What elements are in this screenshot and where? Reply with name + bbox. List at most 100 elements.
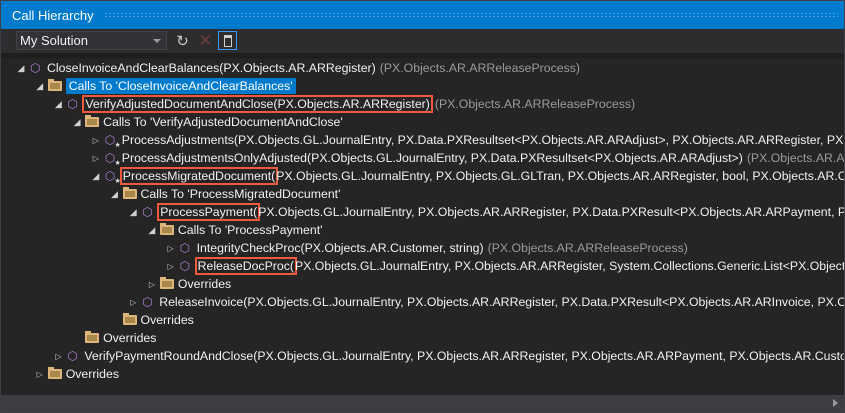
cube-glyph: ⬡ <box>67 97 78 111</box>
expand-arrow-icon[interactable]: ▷ <box>164 257 178 275</box>
method-parameters: PX.Objects.GL.JournalEntry, PX.Objects.A… <box>294 259 844 273</box>
tree-item-label: ProcessAdjustmentsOnlyAdjusted(PX.Object… <box>121 151 743 165</box>
chevron-down-icon <box>153 39 161 43</box>
cube-glyph: ⬡ <box>179 259 191 273</box>
tree-item-label: VerifyPaymentRoundAndClose(PX.Objects.GL… <box>84 349 844 363</box>
tree-item[interactable]: ◢ ⬡ ★ ProcessMigratedDocument(PX.Objects.GL… <box>89 167 844 185</box>
tree-item[interactable]: ◢ ⬡ ProcessPayment(PX.Objects.GL.JournalEn… <box>126 203 844 221</box>
highlighted-method-name: ProcessPayment( <box>157 203 261 221</box>
tree-item[interactable]: ▷ ⬡ ★ ProcessAdjustmentsOnlyAdjusted(PX.Obj… <box>89 149 844 167</box>
expand-arrow-icon[interactable]: ▷ <box>33 365 47 383</box>
method-icon: ⬡ <box>140 293 156 311</box>
expand-arrow-icon[interactable]: ▷ <box>89 149 103 167</box>
title-bar[interactable]: Call Hierarchy <box>1 1 844 29</box>
toggle-details-pane-icon[interactable] <box>218 31 237 50</box>
tree-item[interactable]: ◢ Calls To 'VerifyAdjustedDocumentAndClos… <box>70 113 343 131</box>
tree-item[interactable]: ▷ Overrides <box>33 365 119 383</box>
method-icon: ⬡ <box>178 257 194 275</box>
folder-icon <box>122 311 138 329</box>
folder-shape <box>85 331 100 343</box>
tree-item-label: Calls To 'ProcessMigratedDocument' <box>140 187 341 201</box>
tree-item-label: Calls To 'ProcessPayment' <box>177 223 323 237</box>
folder-shape <box>85 115 100 127</box>
method-icon: ⬡ ★ <box>103 149 121 167</box>
folder-shape <box>47 79 62 91</box>
cube-glyph: ⬡ <box>67 349 78 363</box>
method-parameters: PX.Objects.GL.JournalEntry, PX.Objects.G… <box>276 169 844 183</box>
method-icon: ⬡ <box>140 203 156 221</box>
highlighted-method-name: ProcessMigratedDocument( <box>119 167 279 185</box>
highlighted-method-name: VerifyAdjustedDocumentAndClose(PX.Object… <box>82 95 433 113</box>
method-icon: ⬡ <box>178 239 194 257</box>
containing-type: (PX.Objects.AR.ARReleaseProcess) <box>487 241 688 255</box>
collapse-arrow-icon[interactable]: ◢ <box>145 221 159 239</box>
tree-item-label: Overrides <box>140 313 194 327</box>
cube-glyph: ⬡ <box>142 295 153 309</box>
method-parameters: PX.Objects.GL.JournalEntry, PX.Objects.A… <box>258 205 844 219</box>
folder-shape <box>159 223 174 235</box>
cube-glyph: ⬡ <box>142 205 153 219</box>
tree-item[interactable]: ▷ ⬡ IntegrityCheckProc(PX.Objects.AR.Custo… <box>164 239 688 257</box>
containing-type: (PX.Objects.AR.ARReleaseProcess) <box>379 61 580 75</box>
drag-grip[interactable] <box>103 12 838 18</box>
tree-item[interactable]: ◢ Calls To 'CloseInvoiceAndClearBalances' <box>33 77 296 95</box>
tree-item-label: Calls To 'VerifyAdjustedDocumentAndClose… <box>103 115 343 129</box>
tree-item-label: Overrides <box>65 367 119 381</box>
folder-icon <box>47 77 63 95</box>
expand-arrow-icon[interactable]: ▷ <box>51 347 65 365</box>
tree-item[interactable]: ▷ ⬡ VerifyPaymentRoundAndClose(PX.Objects.… <box>51 347 844 365</box>
collapse-arrow-icon[interactable]: ◢ <box>51 95 65 113</box>
window-title: Call Hierarchy <box>12 7 94 23</box>
tree-item[interactable]: Overrides <box>108 311 194 329</box>
collapse-arrow-icon[interactable]: ◢ <box>108 185 122 203</box>
scope-dropdown[interactable]: My Solution <box>16 31 167 50</box>
method-icon: ⬡ <box>28 59 44 77</box>
scroll-right-icon[interactable] <box>833 399 838 407</box>
method-icon: ⬡ <box>65 95 81 113</box>
folder-icon <box>47 365 63 383</box>
cancel-icon[interactable]: ✕ <box>196 31 215 50</box>
method-icon: ⬡ ★ <box>103 167 121 185</box>
method-icon: ⬡ <box>65 347 81 365</box>
tree-item[interactable]: ◢ Calls To 'ProcessMigratedDocument' <box>108 185 341 203</box>
expander-placeholder <box>70 329 84 347</box>
cube-glyph: ⬡ <box>30 61 41 75</box>
expand-arrow-icon[interactable]: ▷ <box>145 275 159 293</box>
star-icon: ★ <box>114 142 121 149</box>
tree-item[interactable]: Overrides <box>70 329 156 347</box>
tree-item[interactable]: ◢ ⬡ CloseInvoiceAndClearBalances(PX.Object… <box>14 59 580 77</box>
collapse-arrow-icon[interactable]: ◢ <box>33 77 47 95</box>
folder-icon <box>159 275 175 293</box>
highlighted-method-name: ReleaseDocProc( <box>194 257 297 275</box>
folder-shape <box>122 313 137 325</box>
expander-placeholder <box>108 311 122 329</box>
tree-item[interactable]: ▷ Overrides <box>145 275 231 293</box>
tree-item[interactable]: ◢ Calls To 'ProcessPayment' <box>145 221 323 239</box>
expand-arrow-icon[interactable]: ▷ <box>89 131 103 149</box>
tree-item-label: Calls To 'CloseInvoiceAndClearBalances' <box>65 78 296 94</box>
tree-item[interactable]: ▷ ⬡ ReleaseInvoice(PX.Objects.GL.JournalEn… <box>126 293 844 311</box>
folder-icon <box>84 113 100 131</box>
tree-item-label: ProcessAdjustments(PX.Objects.GL.Journal… <box>121 133 844 147</box>
horizontal-scrollbar[interactable] <box>1 395 844 412</box>
expand-arrow-icon[interactable]: ▷ <box>126 293 140 311</box>
folder-shape <box>47 367 62 379</box>
refresh-icon[interactable]: ↻ <box>173 31 192 50</box>
call-hierarchy-tree[interactable]: ◢ ⬡ CloseInvoiceAndClearBalances(PX.Object… <box>1 58 844 395</box>
tree-item[interactable]: ▷ ⬡ ★ ProcessAdjustments(PX.Objects.GL.Jour… <box>89 131 844 149</box>
tree-item[interactable]: ▷ ⬡ ReleaseDocProc(PX.Objects.GL.JournalEn… <box>164 257 844 275</box>
collapse-arrow-icon[interactable]: ◢ <box>89 167 103 185</box>
toolbar: My Solution ↻ ✕ <box>1 29 844 53</box>
collapse-arrow-icon[interactable]: ◢ <box>126 203 140 221</box>
tree-item[interactable]: ◢ ⬡ VerifyAdjustedDocumentAndClose(PX.Obje… <box>51 95 635 113</box>
scope-value: My Solution <box>20 33 88 48</box>
folder-shape <box>159 277 174 289</box>
cube-glyph: ⬡ <box>179 241 191 255</box>
method-icon: ⬡ ★ <box>103 131 121 149</box>
folder-icon <box>122 185 138 203</box>
collapse-arrow-icon[interactable]: ◢ <box>70 113 84 131</box>
expand-arrow-icon[interactable]: ▷ <box>164 239 178 257</box>
star-icon: ★ <box>114 160 121 167</box>
collapse-arrow-icon[interactable]: ◢ <box>14 59 28 77</box>
tree-item-label: IntegrityCheckProc(PX.Objects.AR.Custome… <box>196 241 484 255</box>
